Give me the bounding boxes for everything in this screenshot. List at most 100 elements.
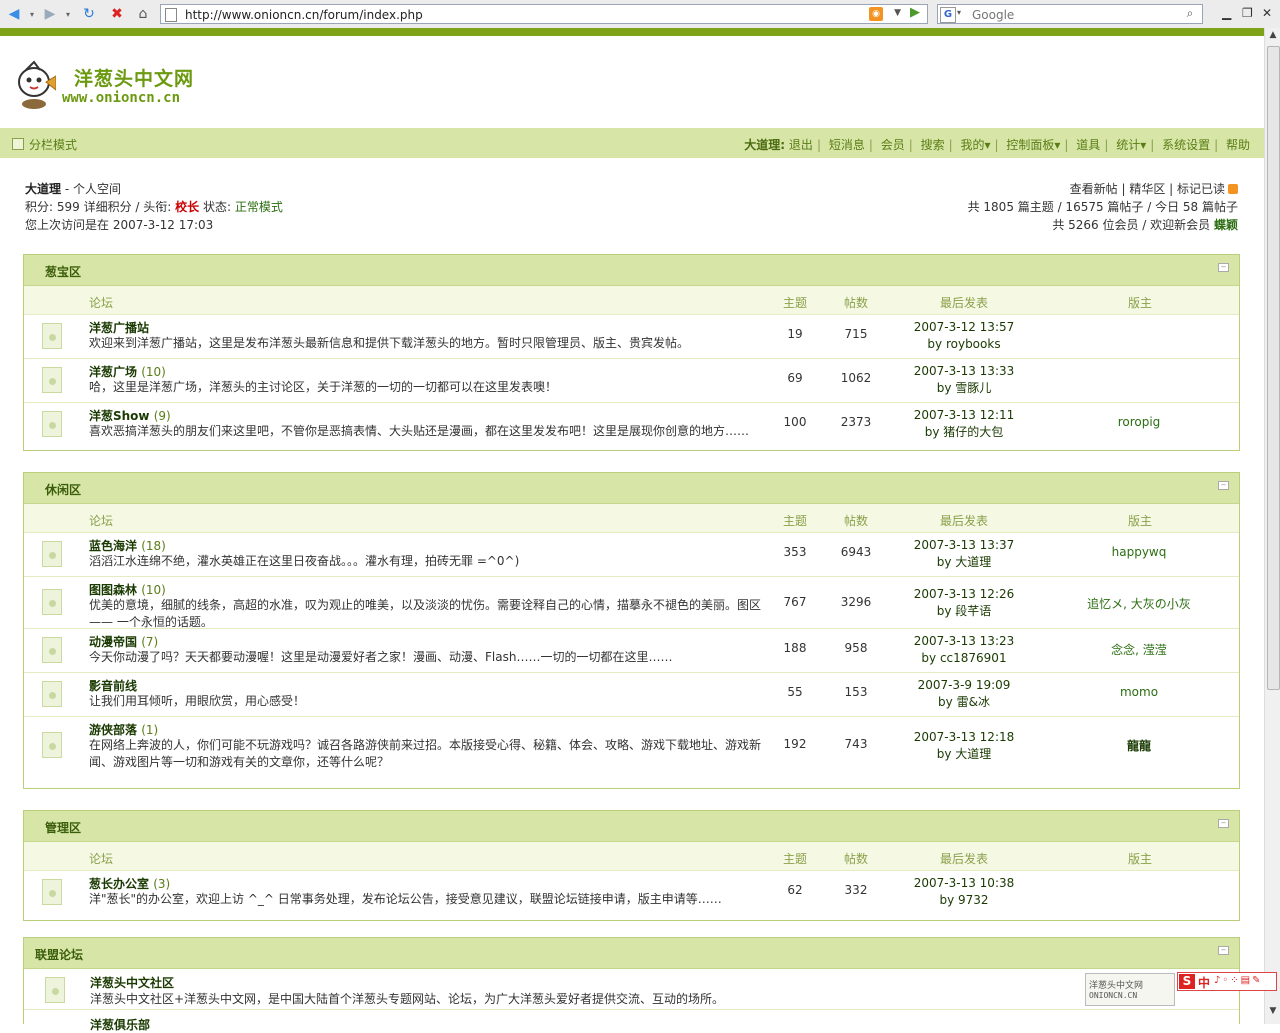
scroll-down-icon[interactable]: ▼ xyxy=(1267,1006,1279,1020)
search-icon[interactable]: ⌕ xyxy=(1180,6,1200,22)
partner-logo-line1: 洋葱头中文网 xyxy=(1089,981,1144,991)
partner-logo[interactable]: 洋葱头中文网 ONIONCN.CN xyxy=(1085,973,1175,1006)
forum-moderator[interactable]: 追忆メ, 大灰の小灰 xyxy=(1064,595,1214,612)
nav-settings[interactable]: 系统设置 xyxy=(1162,138,1210,152)
forum-topics: 100 xyxy=(783,415,807,429)
forum-name[interactable]: 洋葱头中文社区 xyxy=(90,974,174,991)
nav-messages[interactable]: 短消息 xyxy=(829,138,865,152)
site-logo[interactable]: 洋葱头中文网 www.onioncn.cn xyxy=(14,58,214,114)
forum-last-post[interactable]: 2007-3-13 10:38 by 9732 xyxy=(904,875,1024,909)
forum-row: 葱长办公室 (3) 洋"葱长"的办公室，欢迎上访 ^_^ 日常事务处理，发布论坛… xyxy=(24,871,1239,914)
forum-last-post[interactable]: 2007-3-13 12:11 by 猪仔的大包 xyxy=(904,407,1024,441)
forum-last-post[interactable]: 2007-3-13 13:33 by 雪豚儿 xyxy=(904,363,1024,397)
col-forum: 论坛 xyxy=(89,514,114,528)
nav-bar: 分栏模式 大道理: 退出 | 短消息 | 会员 | 搜索 | 我的▾ | 控制面板▾ | 道… xyxy=(0,128,1264,158)
forum-name[interactable]: 洋葱Show (9) xyxy=(89,407,171,424)
forum-row: 影音前线 让我们用耳倾听，用眼欣赏，用心感受！ 55 153 2007-3-9 … xyxy=(24,673,1239,717)
forum-last-post[interactable]: 2007-3-13 13:23 by cc1876901 xyxy=(904,633,1024,667)
forum-topics: 767 xyxy=(783,595,807,609)
nav-control-panel[interactable]: 控制面板▾ xyxy=(1006,138,1060,152)
forum-name[interactable]: 影音前线 xyxy=(89,677,137,694)
ime-toolbar[interactable]: S 中 ♪◦⁘▤✎ xyxy=(1177,972,1277,991)
page-icon xyxy=(165,8,177,22)
nav-help[interactable]: 帮助 xyxy=(1226,138,1250,152)
home-icon[interactable]: ⌂ xyxy=(133,4,153,24)
forum-moderator[interactable]: 龍龍 xyxy=(1064,737,1214,754)
url-dropdown-icon[interactable]: ▼ xyxy=(894,8,901,18)
scroll-thumb[interactable] xyxy=(1267,46,1280,690)
rss-small-icon[interactable] xyxy=(1228,184,1238,194)
forum-last-post[interactable]: 2007-3-13 12:18 by 大道理 xyxy=(904,729,1024,763)
forum-topics: 62 xyxy=(787,883,803,897)
nav-items[interactable]: 道具 xyxy=(1076,138,1100,152)
forum-name[interactable]: 洋葱俱乐部 xyxy=(90,1016,150,1033)
user-space-link[interactable]: - 个人空间 xyxy=(65,182,121,196)
view-mode-toggle[interactable]: 分栏模式 xyxy=(12,136,77,153)
rss-icon[interactable]: ◉ xyxy=(869,7,883,21)
forward-icon[interactable]: ▶ xyxy=(40,4,60,24)
back-dropdown-icon[interactable]: ▾ xyxy=(27,4,37,24)
vertical-scrollbar[interactable]: ▲ ▼ xyxy=(1264,28,1280,1024)
stop-icon[interactable]: ✖ xyxy=(107,4,127,24)
section-title[interactable]: 联盟论坛 xyxy=(35,946,83,963)
forum-moderator[interactable]: roropig xyxy=(1064,415,1214,429)
header-stripe xyxy=(0,28,1264,36)
search-box[interactable]: G ▾ ⌕ xyxy=(937,4,1203,24)
forum-name[interactable]: 图图森林 (10) xyxy=(89,581,166,598)
ime-tools-icons[interactable]: ♪◦⁘▤✎ xyxy=(1214,975,1263,986)
newest-member[interactable]: 蝶颖 xyxy=(1214,218,1238,232)
url-input[interactable] xyxy=(183,6,867,24)
forum-desc: 洋葱头中文社区+洋葱头中文网，是中国大陆首个洋葱头专题网站、论坛，为广大洋葱头爱… xyxy=(90,992,725,1006)
forum-moderator[interactable]: 念念, 滢滢 xyxy=(1064,641,1214,658)
forum-name[interactable]: 洋葱广播站 xyxy=(89,319,149,336)
nav-stats[interactable]: 统计▾ xyxy=(1116,138,1146,152)
back-icon[interactable]: ◀ xyxy=(4,4,24,24)
collapse-icon[interactable]: − xyxy=(1218,481,1229,490)
ime-language-toggle[interactable]: 中 xyxy=(1198,974,1210,991)
col-moderator: 版主 xyxy=(1128,514,1153,528)
search-engine-dropdown-icon[interactable]: ▾ xyxy=(957,8,961,17)
nav-search[interactable]: 搜索 xyxy=(921,138,945,152)
collapse-icon[interactable]: − xyxy=(1218,819,1229,828)
collapse-icon[interactable]: − xyxy=(1218,946,1229,955)
collapse-icon[interactable]: − xyxy=(1218,263,1229,272)
column-header: 论坛 主题 帖数 最后发表 版主 xyxy=(24,504,1239,533)
restore-icon[interactable]: ❐ xyxy=(1242,6,1253,20)
close-icon[interactable]: ✕ xyxy=(1262,6,1272,20)
nav-members[interactable]: 会员 xyxy=(881,138,905,152)
ime-logo-icon[interactable]: S xyxy=(1179,974,1195,989)
scroll-up-icon[interactable]: ▲ xyxy=(1267,30,1279,44)
section-title[interactable]: 管理区 xyxy=(45,819,81,836)
user-name[interactable]: 大道理 xyxy=(25,182,61,196)
forum-posts: 3296 xyxy=(840,595,872,609)
forum-name[interactable]: 游侠部落 (1) xyxy=(89,721,158,738)
google-icon[interactable]: G xyxy=(940,7,956,23)
user-nav-links: 大道理: 退出 | 短消息 | 会员 | 搜索 | 我的▾ | 控制面板▾ | 道具 | 统计… xyxy=(744,138,1250,152)
forum-name[interactable]: 洋葱广场 (10) xyxy=(89,363,166,380)
forum-last-post[interactable]: 2007-3-12 13:57 by roybooks xyxy=(904,319,1024,353)
forum-moderator[interactable]: happywq xyxy=(1064,545,1214,559)
section-title[interactable]: 休闲区 xyxy=(45,481,81,498)
address-bar[interactable]: ◉ ▼ ▶ xyxy=(160,4,928,24)
nav-my[interactable]: 我的▾ xyxy=(960,138,990,152)
forum-last-post[interactable]: 2007-3-13 12:26 by 段芊语 xyxy=(904,586,1024,620)
section-title[interactable]: 葱宝区 xyxy=(45,263,81,280)
forum-name[interactable]: 葱长办公室 (3) xyxy=(89,875,170,892)
user-title: 校长 xyxy=(175,200,200,214)
forward-dropdown-icon[interactable]: ▾ xyxy=(63,4,73,24)
forum-name[interactable]: 蓝色海洋 (18) xyxy=(89,537,166,554)
minimize-icon[interactable]: ▁ xyxy=(1222,6,1231,20)
forum-topics: 19 xyxy=(787,327,803,341)
nav-username[interactable]: 大道理: xyxy=(744,138,785,152)
stats-links[interactable]: 查看新帖 | 精华区 | 标记已读 xyxy=(1070,182,1225,196)
search-input[interactable] xyxy=(970,6,1174,24)
forum-name[interactable]: 动漫帝国 (7) xyxy=(89,633,158,650)
forum-moderator[interactable]: momo xyxy=(1064,685,1214,699)
reload-icon[interactable]: ↻ xyxy=(79,4,99,24)
forum-posts: 153 xyxy=(844,685,868,699)
go-icon[interactable]: ▶ xyxy=(905,5,925,23)
forum-last-post[interactable]: 2007-3-13 13:37 by 大道理 xyxy=(904,537,1024,571)
forum-row: 蓝色海洋 (18) 滔滔江水连绵不绝，灌水英雄正在这里日夜奋战。。。灌水有理，拍… xyxy=(24,533,1239,577)
forum-last-post[interactable]: 2007-3-9 19:09 by 雷&冰 xyxy=(904,677,1024,711)
nav-logout[interactable]: 退出 xyxy=(789,138,813,152)
